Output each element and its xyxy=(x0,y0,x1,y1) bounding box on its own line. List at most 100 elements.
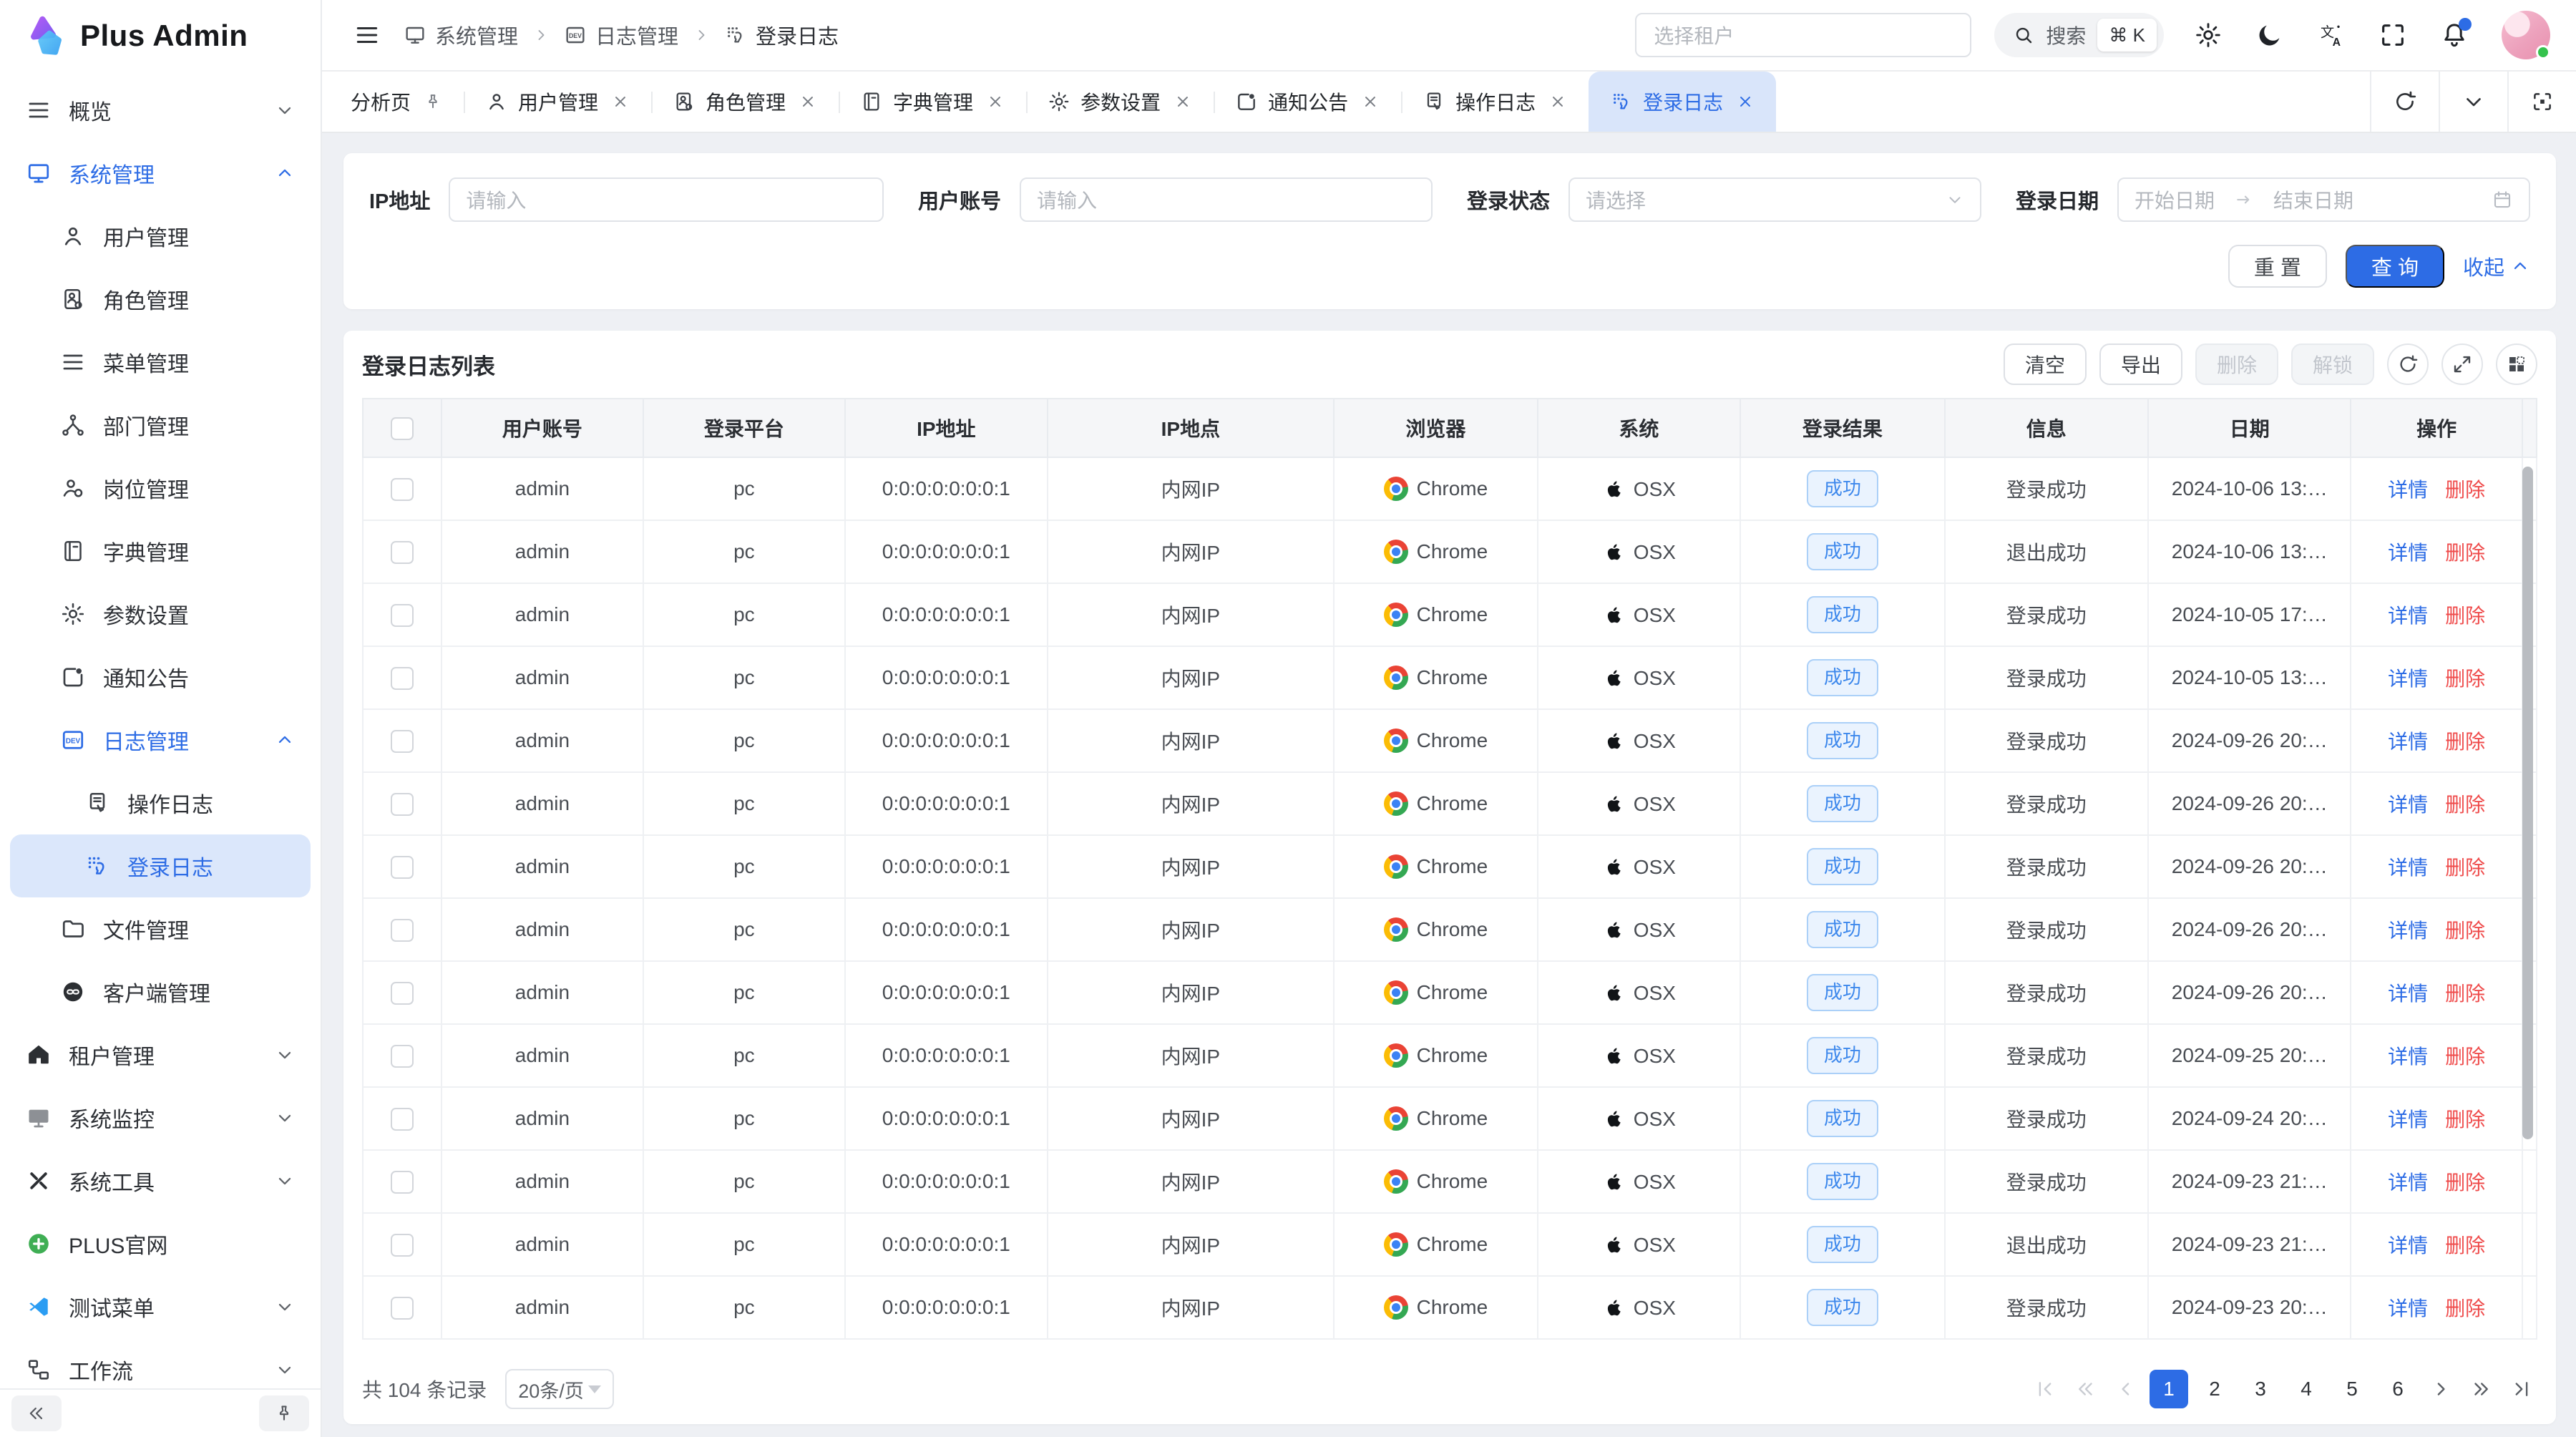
delete-link[interactable]: 删除 xyxy=(2445,663,2485,692)
sidebar-item-dept-management[interactable]: 部门管理 xyxy=(10,394,311,457)
settings-button[interactable] xyxy=(2194,21,2223,49)
breadcrumb-system-management[interactable]: 系统管理 xyxy=(404,20,518,50)
logo[interactable]: Plus Admin xyxy=(0,0,321,72)
dark-mode-button[interactable] xyxy=(2255,21,2284,49)
row-checkbox[interactable] xyxy=(391,856,414,879)
collapse-filter-link[interactable]: 收起 xyxy=(2463,251,2530,281)
close-icon[interactable] xyxy=(986,92,1005,111)
delete-link[interactable]: 删除 xyxy=(2445,600,2485,629)
sidebar-item-param-settings[interactable]: 参数设置 xyxy=(10,583,311,646)
tab-login-log[interactable]: 登录日志 xyxy=(1589,72,1776,132)
close-icon[interactable] xyxy=(1361,92,1380,111)
prev-page-button[interactable] xyxy=(2109,1373,2142,1406)
tab-role-management[interactable]: 角色管理 xyxy=(651,72,839,132)
sidebar-item-system-tools[interactable]: 系统工具 xyxy=(10,1149,311,1212)
detail-link[interactable]: 详情 xyxy=(2388,1293,2428,1322)
page-number[interactable]: 4 xyxy=(2287,1370,2326,1408)
detail-link[interactable]: 详情 xyxy=(2388,537,2428,566)
delete-link[interactable]: 删除 xyxy=(2445,915,2485,944)
detail-link[interactable]: 详情 xyxy=(2388,726,2428,755)
sidebar-item-test-menu[interactable]: 测试菜单 xyxy=(10,1275,311,1338)
delete-link[interactable]: 删除 xyxy=(2445,474,2485,503)
delete-link[interactable]: 删除 xyxy=(2445,1293,2485,1322)
detail-link[interactable]: 详情 xyxy=(2388,915,2428,944)
close-icon[interactable] xyxy=(1174,92,1192,111)
jump-forward-button[interactable] xyxy=(2464,1373,2497,1406)
sidebar-item-post-management[interactable]: 岗位管理 xyxy=(10,457,311,520)
date-range-picker[interactable]: 开始日期 结束日期 xyxy=(2117,177,2530,222)
detail-link[interactable]: 详情 xyxy=(2388,789,2428,818)
search-button[interactable]: 查 询 xyxy=(2346,245,2444,288)
refresh-tab-button[interactable] xyxy=(2370,72,2439,132)
row-checkbox[interactable] xyxy=(391,604,414,627)
row-checkbox[interactable] xyxy=(391,793,414,816)
delete-link[interactable]: 删除 xyxy=(2445,852,2485,881)
sidebar-item-workflow[interactable]: 工作流 xyxy=(10,1338,311,1387)
select-all-checkbox[interactable] xyxy=(391,417,414,440)
row-checkbox[interactable] xyxy=(391,478,414,501)
tab-menu-button[interactable] xyxy=(2439,72,2507,132)
sidebar-item-menu-management[interactable]: 菜单管理 xyxy=(10,331,311,394)
avatar[interactable] xyxy=(2502,11,2550,59)
sidebar-item-notice[interactable]: 通知公告 xyxy=(10,646,311,708)
next-page-button[interactable] xyxy=(2424,1373,2457,1406)
clear-button[interactable]: 清空 xyxy=(2004,344,2087,385)
row-checkbox[interactable] xyxy=(391,730,414,753)
detail-link[interactable]: 详情 xyxy=(2388,852,2428,881)
detail-link[interactable]: 详情 xyxy=(2388,600,2428,629)
delete-link[interactable]: 删除 xyxy=(2445,1167,2485,1196)
unlock-button[interactable]: 解锁 xyxy=(2291,344,2374,385)
sidebar-item-role-management[interactable]: 角色管理 xyxy=(10,268,311,331)
sidebar-item-system-management[interactable]: 系统管理 xyxy=(10,142,311,205)
detail-link[interactable]: 详情 xyxy=(2388,474,2428,503)
delete-link[interactable]: 删除 xyxy=(2445,726,2485,755)
detail-link[interactable]: 详情 xyxy=(2388,1230,2428,1259)
delete-link[interactable]: 删除 xyxy=(2445,537,2485,566)
notifications-button[interactable] xyxy=(2440,21,2469,49)
global-search-button[interactable]: 搜索 ⌘ K xyxy=(1994,13,2164,57)
close-icon[interactable] xyxy=(611,92,630,111)
language-button[interactable] xyxy=(2317,21,2346,49)
account-input[interactable]: 请输入 xyxy=(1020,177,1433,222)
collapse-sidebar-button[interactable] xyxy=(11,1395,62,1431)
table-scrollbar-thumb[interactable] xyxy=(2522,467,2533,1139)
row-checkbox[interactable] xyxy=(391,919,414,942)
tab-param-settings[interactable]: 参数设置 xyxy=(1026,72,1214,132)
delete-link[interactable]: 删除 xyxy=(2445,1041,2485,1070)
close-icon[interactable] xyxy=(799,92,817,111)
sidebar-item-dict-management[interactable]: 字典管理 xyxy=(10,520,311,583)
tenant-select-input[interactable]: 选择租户 xyxy=(1635,13,1971,57)
detail-link[interactable]: 详情 xyxy=(2388,1104,2428,1133)
detail-link[interactable]: 详情 xyxy=(2388,663,2428,692)
row-checkbox[interactable] xyxy=(391,1171,414,1194)
sidebar-item-plus-website[interactable]: PLUS官网 xyxy=(10,1212,311,1275)
first-page-button[interactable] xyxy=(2029,1373,2062,1406)
row-checkbox[interactable] xyxy=(391,1108,414,1131)
jump-back-button[interactable] xyxy=(2069,1373,2102,1406)
detail-link[interactable]: 详情 xyxy=(2388,978,2428,1007)
reset-button[interactable]: 重 置 xyxy=(2228,245,2327,288)
delete-link[interactable]: 删除 xyxy=(2445,1230,2485,1259)
hamburger-icon[interactable] xyxy=(353,21,381,49)
sidebar-item-client-management[interactable]: 客户端管理 xyxy=(10,960,311,1023)
detail-link[interactable]: 详情 xyxy=(2388,1041,2428,1070)
sidebar-item-tenant-management[interactable]: 租户管理 xyxy=(10,1023,311,1086)
row-checkbox[interactable] xyxy=(391,982,414,1005)
pin-icon[interactable] xyxy=(424,92,442,111)
delete-link[interactable]: 删除 xyxy=(2445,789,2485,818)
tab-notice[interactable]: 通知公告 xyxy=(1214,72,1401,132)
page-number[interactable]: 3 xyxy=(2241,1370,2280,1408)
tab-operation-log[interactable]: 操作日志 xyxy=(1401,72,1589,132)
row-checkbox[interactable] xyxy=(391,541,414,564)
page-number[interactable]: 5 xyxy=(2333,1370,2371,1408)
delete-link[interactable]: 删除 xyxy=(2445,1104,2485,1133)
sidebar-item-log-management[interactable]: 日志管理 xyxy=(10,708,311,771)
sidebar-item-user-management[interactable]: 用户管理 xyxy=(10,205,311,268)
refresh-table-button[interactable] xyxy=(2387,344,2429,385)
row-checkbox[interactable] xyxy=(391,1297,414,1320)
sidebar-item-system-monitor[interactable]: 系统监控 xyxy=(10,1086,311,1149)
sidebar-item-file-management[interactable]: 文件管理 xyxy=(10,897,311,960)
page-number[interactable]: 2 xyxy=(2195,1370,2234,1408)
close-icon[interactable] xyxy=(1736,92,1755,111)
detail-link[interactable]: 详情 xyxy=(2388,1167,2428,1196)
